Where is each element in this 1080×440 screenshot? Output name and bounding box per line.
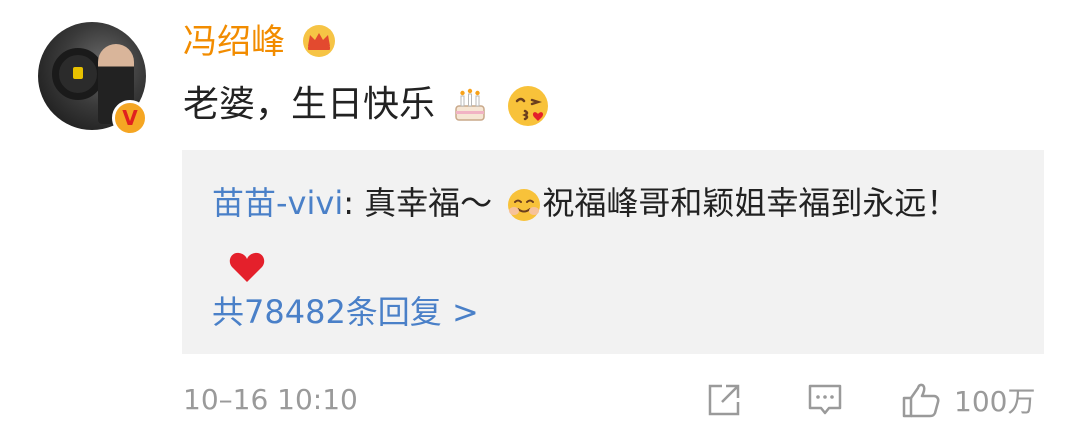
like-button[interactable]: 100万	[900, 378, 1035, 422]
comment-timestamp: 10–16 10:10	[183, 383, 358, 416]
reply-text-after: 祝福峰哥和颖姐幸福到永远！	[542, 184, 959, 222]
reply-text-before: 真幸福～	[364, 184, 493, 222]
verified-v-icon: V	[112, 100, 148, 136]
comment-button[interactable]	[805, 378, 845, 422]
birthday-cake-emoji	[455, 88, 486, 121]
like-count: 100万	[954, 385, 1036, 418]
smiling-blush-emoji	[508, 189, 541, 221]
share-button[interactable]	[704, 378, 744, 422]
reply-count-link[interactable]: 共78482条回复 >	[212, 290, 479, 334]
kissing-heart-emoji	[507, 86, 548, 126]
comment-username[interactable]: 冯绍峰	[183, 20, 285, 64]
steering-wheel-graphic	[52, 48, 104, 100]
reply-separator: :	[343, 184, 365, 222]
reply-text: 苗苗-vivi: 真幸福～ 祝福峰哥和颖姐幸福到永远！	[212, 172, 1012, 296]
comment-content: 老婆，生日快乐	[183, 80, 550, 130]
thumbs-up-icon	[902, 383, 940, 418]
comment-text: 老婆，生日快乐	[183, 84, 436, 125]
share-icon	[708, 384, 740, 416]
comment-icon	[808, 384, 842, 415]
reply-username[interactable]: 苗苗-vivi	[212, 184, 343, 222]
red-heart-emoji	[229, 252, 265, 282]
reply-preview[interactable]: 苗苗-vivi: 真幸福～ 祝福峰哥和颖姐幸福到永远！ 共78482条回复 >	[182, 150, 1044, 354]
crown-icon	[303, 25, 335, 57]
